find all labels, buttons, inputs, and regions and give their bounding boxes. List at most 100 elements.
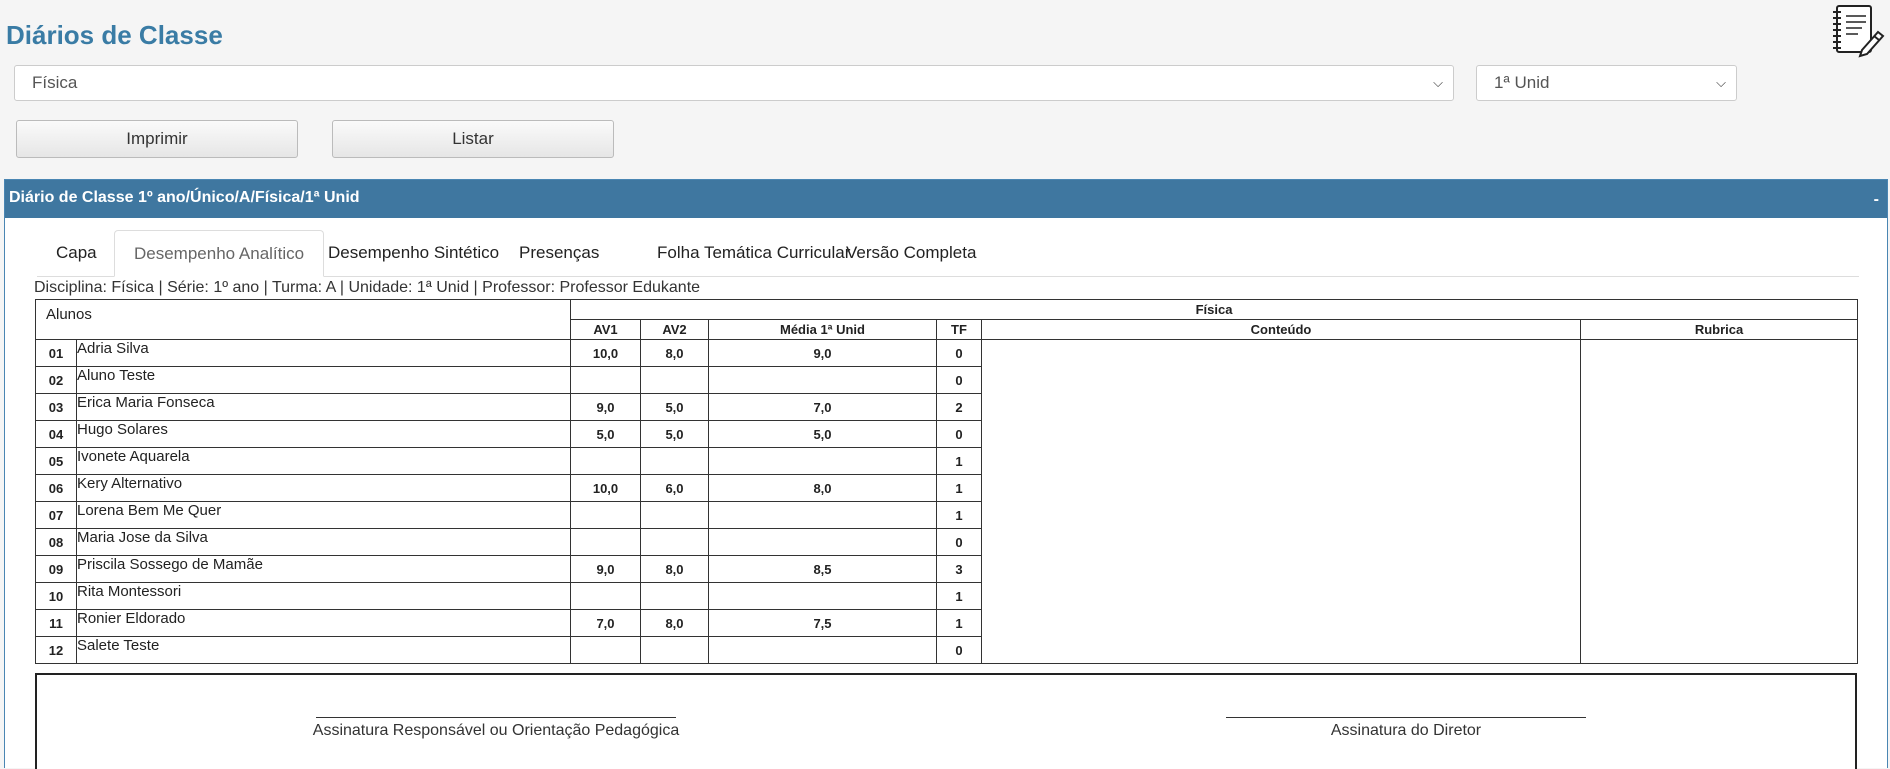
column-header: AV2 (640, 319, 709, 340)
tab-desempenho-sintetico[interactable]: Desempenho Sintético (309, 230, 518, 276)
av2-cell: 8,0 (640, 609, 709, 637)
av2-cell (640, 636, 709, 664)
absences-cell: 1 (936, 582, 982, 610)
av1-cell (570, 582, 641, 610)
student-number: 10 (35, 582, 77, 610)
student-name: Hugo Solares (76, 420, 571, 448)
chevron-down-icon: ⌵ (1716, 75, 1726, 90)
student-name: Ronier Eldorado (76, 609, 571, 637)
student-name: Salete Teste (76, 636, 571, 664)
subject-select[interactable]: Física ⌵ (14, 65, 1454, 101)
print-button[interactable]: Imprimir (16, 120, 298, 158)
column-header: Rubrica (1579, 319, 1859, 340)
av2-cell (640, 447, 709, 475)
av1-cell (570, 528, 641, 556)
av2-cell (640, 528, 709, 556)
collapse-button[interactable]: - (1874, 182, 1879, 218)
student-number: 06 (35, 474, 77, 502)
average-cell: 8,5 (708, 555, 937, 583)
av1-cell (570, 447, 641, 475)
column-header: Média 1ª Unid (708, 319, 937, 340)
absences-cell: 1 (936, 474, 982, 502)
column-header: Conteúdo (981, 319, 1581, 340)
average-cell: 7,5 (708, 609, 937, 637)
subject-select-value: Física (32, 73, 78, 92)
signature-line (1226, 717, 1586, 718)
student-name: Lorena Bem Me Quer (76, 501, 571, 529)
absences-cell: 0 (936, 420, 982, 448)
unit-select-value: 1ª Unid (1494, 73, 1550, 92)
chevron-down-icon: ⌵ (1433, 75, 1443, 90)
tab-versao-completa[interactable]: Versão Completa (827, 230, 995, 276)
average-cell (708, 636, 937, 664)
student-number: 05 (35, 447, 77, 475)
student-number: 12 (35, 636, 77, 664)
absences-cell: 2 (936, 393, 982, 421)
absences-cell: 0 (936, 636, 982, 664)
students-header: Alunos (35, 299, 571, 340)
table-row: 01 Adria Silva 10,0 8,0 9,0 0 (35, 339, 1859, 664)
av1-cell: 9,0 (570, 393, 641, 421)
absences-cell: 1 (936, 609, 982, 637)
av1-cell (570, 636, 641, 664)
student-name: Ivonete Aquarela (76, 447, 571, 475)
student-name: Priscila Sossego de Mamãe (76, 555, 571, 583)
av2-cell: 8,0 (640, 555, 709, 583)
student-name: Adria Silva (76, 339, 571, 367)
av2-cell (640, 366, 709, 394)
absences-cell: 1 (936, 501, 982, 529)
signature-right-label: Assinatura do Diretor (1330, 722, 1482, 739)
average-cell (708, 582, 937, 610)
subject-header: Física (569, 299, 1859, 320)
student-number: 04 (35, 420, 77, 448)
page-title: Diários de Classe (6, 20, 223, 50)
tab-bar: Capa Desempenho Analítico Desempenho Sin… (37, 230, 1859, 277)
absences-cell: 0 (936, 528, 982, 556)
av1-cell (570, 366, 641, 394)
content-cell (981, 339, 1581, 664)
absences-cell: 0 (936, 339, 982, 367)
av2-cell: 8,0 (640, 339, 709, 367)
unit-select[interactable]: 1ª Unid ⌵ (1476, 65, 1737, 101)
tab-capa[interactable]: Capa (37, 230, 116, 276)
student-name: Maria Jose da Silva (76, 528, 571, 556)
student-name: Erica Maria Fonseca (76, 393, 571, 421)
class-diary-panel: Diário de Classe 1º ano/Único/A/Física/1… (4, 179, 1888, 769)
tab-presencas[interactable]: Presenças (500, 230, 618, 276)
student-number: 08 (35, 528, 77, 556)
average-cell: 9,0 (708, 339, 937, 367)
av1-cell: 9,0 (570, 555, 641, 583)
panel-title: Diário de Classe 1º ano/Único/A/Física/1… (9, 189, 360, 206)
average-cell (708, 528, 937, 556)
av2-cell (640, 501, 709, 529)
av2-cell: 5,0 (640, 420, 709, 448)
student-number: 11 (35, 609, 77, 637)
student-name: Kery Alternativo (76, 474, 571, 502)
student-number: 02 (35, 366, 77, 394)
av2-cell (640, 582, 709, 610)
av1-cell (570, 501, 641, 529)
av1-cell: 10,0 (570, 474, 641, 502)
average-cell (708, 366, 937, 394)
average-cell: 5,0 (708, 420, 937, 448)
column-header: AV1 (570, 319, 641, 340)
class-info: Disciplina: Física | Série: 1º ano | Tur… (34, 279, 701, 296)
tab-desempenho-analitico[interactable]: Desempenho Analítico (114, 230, 325, 277)
av1-cell: 5,0 (570, 420, 641, 448)
average-cell: 7,0 (708, 393, 937, 421)
grades-table: Alunos Física AV1 AV2 Média 1ª Unid TF C… (35, 299, 1859, 664)
column-header: TF (936, 319, 982, 340)
student-number: 01 (35, 339, 77, 367)
average-cell (708, 501, 937, 529)
av1-cell: 7,0 (570, 609, 641, 637)
signature-line (316, 717, 676, 718)
av2-cell: 6,0 (640, 474, 709, 502)
student-number: 03 (35, 393, 77, 421)
rubric-cell (1579, 339, 1859, 664)
average-cell: 8,0 (708, 474, 937, 502)
student-name: Aluno Teste (76, 366, 571, 394)
list-button[interactable]: Listar (332, 120, 614, 158)
absences-cell: 1 (936, 447, 982, 475)
av1-cell: 10,0 (570, 339, 641, 367)
absences-cell: 0 (936, 366, 982, 394)
